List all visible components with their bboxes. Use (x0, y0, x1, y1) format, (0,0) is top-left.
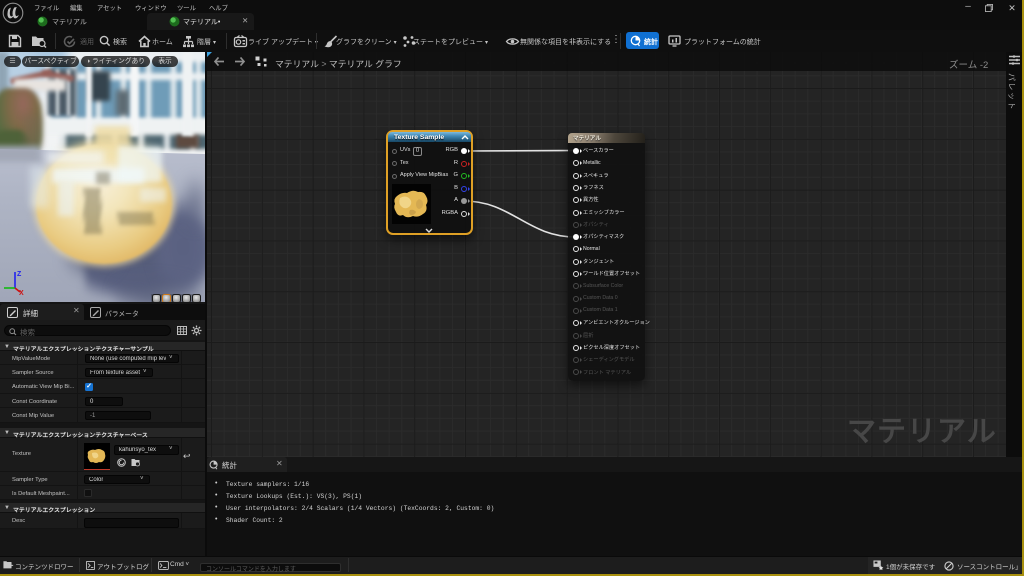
svg-text:Z: Z (17, 271, 22, 278)
svg-text:X: X (19, 290, 24, 296)
